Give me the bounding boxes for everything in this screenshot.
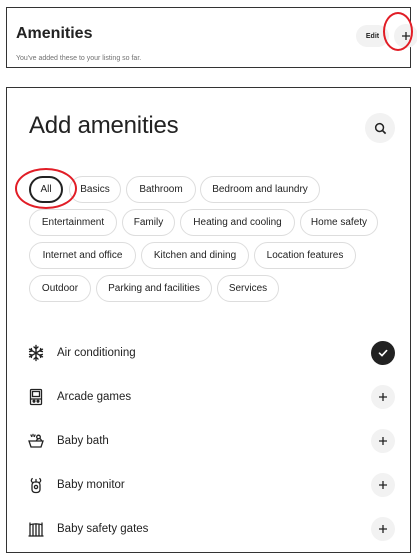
safety-gate-icon <box>25 518 47 540</box>
amenities-title: Amenities <box>16 25 93 42</box>
add-amenity-button[interactable] <box>394 24 417 48</box>
edit-button[interactable]: Edit <box>356 25 389 47</box>
amenity-label: Baby bath <box>57 435 109 447</box>
amenity-row-air-conditioning[interactable]: Air conditioning <box>25 338 397 368</box>
search-icon <box>374 122 386 134</box>
plus-icon <box>402 32 410 40</box>
filter-chip-entertainment[interactable]: Entertainment <box>29 209 117 236</box>
filter-chip-kitchen-and-dining[interactable]: Kitchen and dining <box>141 242 249 269</box>
add-amenities-panel: Add amenities All Basics Bathroom Bedroo… <box>6 87 411 553</box>
filter-chip-bedroom-and-laundry[interactable]: Bedroom and laundry <box>200 176 320 203</box>
arcade-cabinet-icon <box>25 386 47 408</box>
add-amenity-row-button[interactable] <box>371 473 395 497</box>
filter-chip-basics[interactable]: Basics <box>69 176 121 203</box>
filter-chip-outdoor[interactable]: Outdoor <box>29 275 91 302</box>
amenity-label: Arcade games <box>57 391 132 403</box>
plus-icon <box>379 525 387 533</box>
plus-icon <box>379 393 387 401</box>
filter-chip-home-safety[interactable]: Home safety <box>300 209 378 236</box>
filter-chip-services[interactable]: Services <box>217 275 279 302</box>
added-check-button[interactable] <box>371 341 395 365</box>
amenity-row-baby-safety-gates[interactable]: Baby safety gates <box>25 514 397 544</box>
filter-chip-internet-and-office[interactable]: Internet and office <box>29 242 136 269</box>
filter-chip-family[interactable]: Family <box>122 209 175 236</box>
search-button[interactable] <box>365 113 395 143</box>
amenity-label: Baby monitor <box>57 479 125 491</box>
add-amenity-row-button[interactable] <box>371 385 395 409</box>
filter-chip-heating-and-cooling[interactable]: Heating and cooling <box>180 209 295 236</box>
snowflake-icon <box>25 342 47 364</box>
filter-chip-bathroom[interactable]: Bathroom <box>126 176 196 203</box>
baby-monitor-icon <box>25 474 47 496</box>
add-amenity-row-button[interactable] <box>371 429 395 453</box>
amenity-label: Air conditioning <box>57 347 136 359</box>
check-icon <box>378 349 388 357</box>
filter-chip-all[interactable]: All <box>29 176 63 203</box>
filter-chip-parking-and-facilities[interactable]: Parking and facilities <box>96 275 212 302</box>
amenities-subtitle: You've added these to your listing so fa… <box>16 55 142 62</box>
amenities-card: Amenities You've added these to your lis… <box>6 7 417 68</box>
amenity-row-baby-monitor[interactable]: Baby monitor <box>25 470 397 500</box>
baby-bath-icon <box>25 430 47 452</box>
plus-icon <box>379 481 387 489</box>
panel-title: Add amenities <box>29 112 179 139</box>
add-amenity-row-button[interactable] <box>371 517 395 541</box>
amenity-label: Baby safety gates <box>57 523 149 535</box>
plus-icon <box>379 437 387 445</box>
filter-chip-location-features[interactable]: Location features <box>254 242 356 269</box>
amenity-row-arcade-games[interactable]: Arcade games <box>25 382 397 412</box>
amenity-row-baby-bath[interactable]: Baby bath <box>25 426 397 456</box>
